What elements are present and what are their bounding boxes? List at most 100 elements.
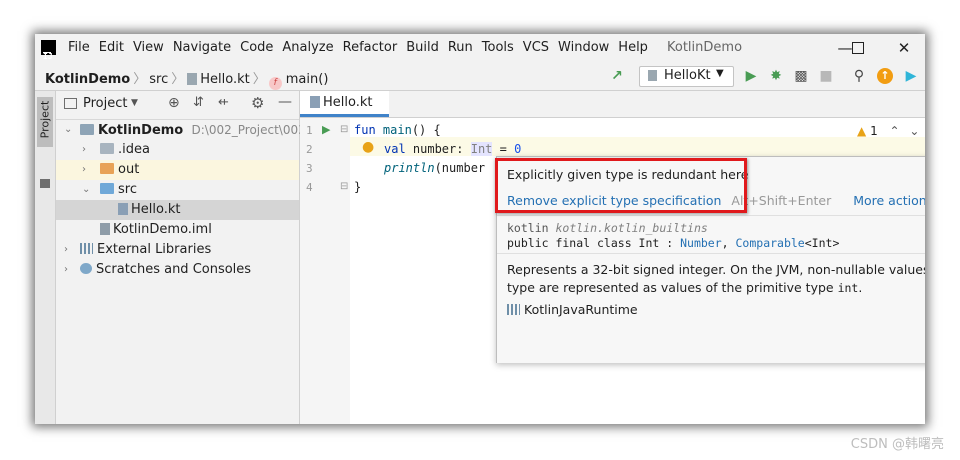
- doc-library: KotlinJavaRuntime: [507, 302, 638, 317]
- library-icon: [80, 243, 93, 254]
- kotlin-file-icon: [187, 73, 198, 85]
- tab-hello-kt[interactable]: Hello.kt ✕: [300, 91, 389, 133]
- chevron-up-icon[interactable]: ⌃: [890, 124, 900, 138]
- menu-tools[interactable]: Tools: [482, 40, 514, 55]
- update-icon[interactable]: ↑: [877, 68, 893, 84]
- chevron-down-icon[interactable]: ⌄: [909, 124, 919, 138]
- breadcrumb-function[interactable]: main(): [286, 72, 329, 87]
- menu-navigate[interactable]: Navigate: [173, 40, 231, 55]
- menu-file[interactable]: File: [68, 40, 90, 55]
- more-actions-link[interactable]: More actions...: [853, 193, 925, 208]
- gear-icon[interactable]: ⚙: [251, 94, 264, 112]
- tree-item-label: out: [118, 162, 140, 177]
- tree-item-out[interactable]: › out: [56, 160, 299, 180]
- project-tool-window-button[interactable]: Project: [37, 97, 53, 147]
- menu-vcs[interactable]: VCS: [523, 40, 549, 55]
- highlight-annotation-box: [495, 158, 747, 213]
- run-gutter-icon[interactable]: ▶: [322, 123, 330, 136]
- breadcrumb-folder[interactable]: src: [149, 72, 168, 87]
- kotlin-file-icon: [648, 70, 657, 81]
- line-number: 3: [306, 162, 313, 175]
- number-link[interactable]: Number: [680, 236, 722, 250]
- menu-code[interactable]: Code: [240, 40, 273, 55]
- warning-icon: ▲: [857, 124, 867, 138]
- run-icon[interactable]: ▶: [743, 68, 759, 84]
- kotlin-file-icon: [118, 203, 128, 215]
- debug-icon[interactable]: ✸: [768, 68, 784, 84]
- chevron-down-icon[interactable]: ⌄: [64, 120, 74, 140]
- doc-text-line-1: Represents a 32-bit signed integer. On t…: [507, 262, 925, 277]
- structure-icon[interactable]: [40, 179, 50, 188]
- hide-panel-icon[interactable]: —: [278, 94, 292, 110]
- chevron-down-icon: ▼: [716, 68, 724, 79]
- line-number: 4: [306, 181, 313, 194]
- editor-tabs: Hello.kt ✕: [300, 91, 925, 133]
- breadcrumb-file[interactable]: Hello.kt: [200, 72, 249, 87]
- tree-item-scratches[interactable]: › Scratches and Consoles: [56, 260, 299, 280]
- chevron-down-icon[interactable]: ⌄: [82, 180, 92, 200]
- expand-all-icon[interactable]: ⇵: [193, 95, 204, 110]
- project-view-select[interactable]: Project: [83, 96, 127, 111]
- warning-count: 1: [870, 124, 878, 138]
- tree-item-idea[interactable]: › .idea: [56, 140, 299, 160]
- collapse-all-icon[interactable]: ⇷: [218, 95, 229, 110]
- stop-icon[interactable]: ■: [818, 68, 834, 84]
- navigation-bar: KotlinDemo 〉 src 〉 Hello.kt 〉 f main() ↗ HelloK…: [35, 62, 925, 91]
- lightbulb-icon[interactable]: ●: [362, 139, 374, 155]
- ide-window: IJ File Edit View Navigate Code Analyze …: [35, 34, 925, 424]
- menu-bar: File Edit View Navigate Code Analyze Ref…: [68, 40, 657, 55]
- tree-item-kotlindemo[interactable]: ⌄ KotlinDemo D:\002_Project\003_J...: [56, 120, 327, 140]
- chevron-right-icon[interactable]: ›: [82, 140, 92, 160]
- code-line-1[interactable]: fun main() {: [354, 123, 441, 137]
- breadcrumb-project[interactable]: KotlinDemo: [45, 72, 130, 87]
- toolbox-icon[interactable]: ▶: [903, 68, 919, 84]
- maximize-icon: [852, 42, 864, 54]
- tree-item-hello-kt[interactable]: Hello.kt: [56, 200, 299, 220]
- menu-refactor[interactable]: Refactor: [343, 40, 398, 55]
- menu-build[interactable]: Build: [406, 40, 439, 55]
- locate-icon[interactable]: ⊕: [168, 95, 180, 111]
- chevron-right-icon[interactable]: ›: [64, 260, 74, 280]
- tree-item-label: .idea: [118, 142, 150, 157]
- popup-doc-body: Represents a 32-bit signed integer. On t…: [497, 253, 925, 363]
- window-title: KotlinDemo: [667, 40, 743, 55]
- intellij-logo-icon: IJ: [41, 40, 56, 61]
- project-panel-toolbar: Project ▼ ⊕ ⇵ ⇷ ⚙ —: [56, 91, 299, 120]
- menu-analyze[interactable]: Analyze: [282, 40, 333, 55]
- menu-view[interactable]: View: [133, 40, 164, 55]
- inspection-widget[interactable]: ▲ 1 ⌃ ⌄: [857, 124, 919, 138]
- comparable-link[interactable]: Comparable: [736, 236, 805, 250]
- code-line-3[interactable]: println(number: [384, 161, 485, 175]
- breadcrumb: KotlinDemo 〉 src 〉 Hello.kt 〉 f main(): [45, 72, 329, 90]
- line-number: 1: [306, 124, 313, 137]
- tree-item-external-libraries[interactable]: › External Libraries: [56, 240, 299, 260]
- tree-item-iml[interactable]: KotlinDemo.iml: [56, 220, 299, 240]
- menu-run[interactable]: Run: [448, 40, 473, 55]
- tree-item-label: Scratches and Consoles: [96, 262, 252, 277]
- menu-edit[interactable]: Edit: [99, 40, 124, 55]
- menu-help[interactable]: Help: [618, 40, 648, 55]
- fold-icon[interactable]: ⊟: [340, 181, 348, 192]
- chevron-down-icon[interactable]: ▼: [131, 98, 138, 108]
- run-configuration-select[interactable]: HelloKt ▼: [639, 66, 734, 87]
- doc-signature: public final class Int : Number, Compara…: [507, 236, 840, 250]
- code-line-2[interactable]: val number: Int = 0: [384, 142, 521, 156]
- coverage-icon[interactable]: ▩: [793, 68, 809, 84]
- chevron-right-icon[interactable]: ›: [64, 240, 74, 260]
- fold-icon[interactable]: ⊟: [340, 124, 348, 135]
- excluded-folder-icon: [100, 163, 114, 174]
- doc-package: kotlin kotlin.kotlin_builtins: [507, 221, 708, 235]
- tree-item-label: KotlinDemo.iml: [113, 222, 212, 237]
- search-icon[interactable]: ⚲: [851, 68, 867, 84]
- tree-item-src[interactable]: ⌄ src: [56, 180, 299, 200]
- code-line-4[interactable]: }: [354, 180, 361, 194]
- library-icon: [507, 304, 520, 315]
- build-hammer-icon[interactable]: ↗: [609, 68, 625, 84]
- popup-doc-signature: kotlin kotlin.kotlin_builtins public fin…: [497, 215, 925, 254]
- module-file-icon: [100, 223, 110, 235]
- chevron-right-icon[interactable]: ›: [82, 160, 92, 180]
- close-window-button[interactable]: ✕: [889, 37, 919, 59]
- doc-text-line-2: type are represented as values of the pr…: [507, 280, 863, 295]
- maximize-button[interactable]: [843, 37, 873, 59]
- menu-window[interactable]: Window: [558, 40, 609, 55]
